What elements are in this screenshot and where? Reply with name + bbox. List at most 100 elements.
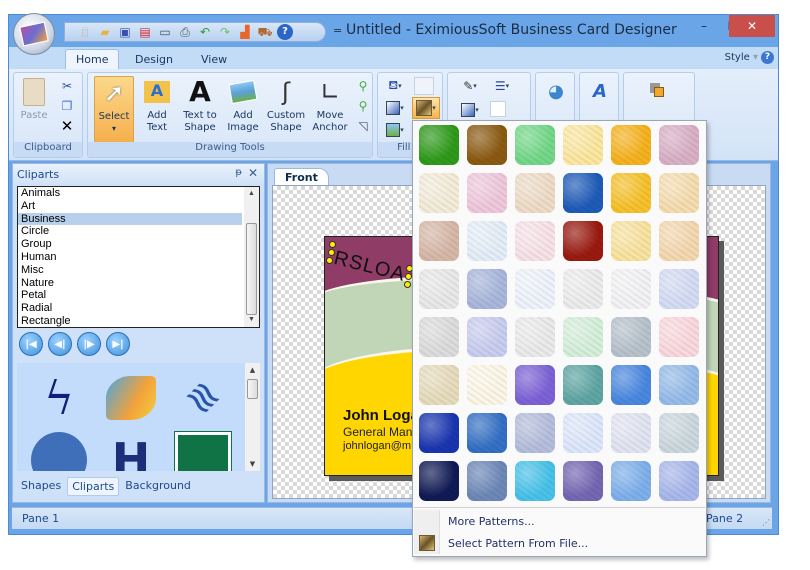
paste-button[interactable]: Paste bbox=[17, 76, 51, 122]
customize-qat-button[interactable]: = bbox=[333, 24, 342, 37]
scan-icon[interactable]: ▭ bbox=[157, 24, 173, 40]
pattern-swatch-cheese[interactable] bbox=[563, 125, 603, 165]
pattern-swatch-clouds[interactable] bbox=[659, 461, 699, 501]
pattern-swatch-mint[interactable] bbox=[563, 317, 603, 357]
card-email[interactable]: johnlogan@m bbox=[343, 440, 411, 452]
clipart-green-logo[interactable] bbox=[173, 431, 233, 471]
tab-design[interactable]: Design bbox=[125, 49, 183, 69]
cart-icon[interactable]: ⛟ bbox=[257, 24, 273, 40]
delete-icon[interactable]: ✕ bbox=[58, 117, 76, 135]
last-page-button[interactable]: ▶| bbox=[106, 332, 130, 356]
pattern-swatch-blue-bubbles[interactable] bbox=[563, 173, 603, 213]
scroll-down-icon[interactable]: ▼ bbox=[244, 313, 259, 327]
list-scrollbar[interactable]: ▲ ▼ bbox=[244, 187, 259, 327]
resize-grip-icon[interactable]: ⋰ bbox=[762, 518, 770, 527]
corner-anchor-icon[interactable]: ◹ bbox=[354, 117, 372, 135]
pattern-swatch-gray-swirl[interactable] bbox=[659, 413, 699, 453]
clipart-circle-logo[interactable] bbox=[29, 431, 89, 471]
clipart-h-logo[interactable]: H bbox=[101, 431, 161, 471]
fill-color-button[interactable]: ⛾ ▾ bbox=[382, 77, 408, 95]
text-to-shape-button[interactable]: A Text to Shape bbox=[180, 76, 220, 134]
pattern-swatch-pale-blue[interactable] bbox=[563, 413, 603, 453]
paint-icon[interactable]: ▟ bbox=[237, 24, 253, 40]
pattern-swatch-pebbles[interactable] bbox=[611, 317, 651, 357]
gallery-scrollbar[interactable]: ▲ ▼ bbox=[245, 363, 260, 471]
select-button[interactable]: ➚ Select ▾ bbox=[94, 76, 134, 146]
style-menu[interactable]: Style ▾ bbox=[725, 52, 758, 63]
scroll-up-icon[interactable]: ▲ bbox=[244, 187, 259, 201]
pattern-swatch-lavender-marble[interactable] bbox=[467, 317, 507, 357]
arrangement-button[interactable] bbox=[642, 76, 676, 110]
tab-cliparts[interactable]: Cliparts bbox=[67, 477, 120, 496]
line-color-button[interactable]: ✎ ▾ bbox=[456, 77, 484, 95]
pattern-swatch-psychedelic[interactable] bbox=[419, 221, 459, 261]
close-button[interactable]: ✕ bbox=[729, 15, 775, 37]
pattern-swatch-green-mottled[interactable] bbox=[419, 125, 459, 165]
pattern-swatch-gray-paper[interactable] bbox=[419, 269, 459, 309]
tab-view[interactable]: View bbox=[191, 49, 237, 69]
pattern-swatch-green-waves[interactable] bbox=[515, 125, 555, 165]
list-item[interactable]: Circle bbox=[18, 225, 242, 238]
first-page-button[interactable]: |◀ bbox=[19, 332, 43, 356]
pattern-swatch-tiger-stripes[interactable] bbox=[467, 125, 507, 165]
list-item[interactable]: Rectangle bbox=[18, 315, 242, 328]
gradient-fill-button[interactable]: ▾ bbox=[382, 99, 408, 117]
list-item[interactable]: Group bbox=[18, 238, 242, 251]
pattern-swatch-teal-glass[interactable] bbox=[563, 365, 603, 405]
tab-background[interactable]: Background bbox=[121, 477, 195, 496]
category-list[interactable]: Animals Art Business Circle Group Human … bbox=[17, 186, 260, 328]
pattern-swatch-blue-pixels[interactable] bbox=[419, 413, 459, 453]
remove-anchor-icon[interactable]: ⚲ bbox=[354, 97, 372, 115]
help-icon[interactable]: ? bbox=[277, 24, 293, 40]
pattern-swatch-blue-tiles[interactable] bbox=[659, 365, 699, 405]
tab-front[interactable]: Front bbox=[274, 168, 329, 186]
shadow-button[interactable]: ▾ bbox=[456, 101, 484, 119]
minimize-button[interactable]: – bbox=[690, 15, 718, 37]
selection-handle[interactable] bbox=[326, 257, 333, 264]
selection-handle[interactable] bbox=[404, 281, 411, 288]
scroll-thumb[interactable] bbox=[247, 379, 258, 399]
custom-shape-button[interactable]: ʃ Custom Shape bbox=[266, 76, 306, 134]
pattern-swatch-daisies[interactable] bbox=[419, 173, 459, 213]
pattern-swatch-gray-linen[interactable] bbox=[419, 317, 459, 357]
application-button[interactable] bbox=[13, 13, 55, 55]
pattern-swatch-pink-marble[interactable] bbox=[467, 173, 507, 213]
pattern-swatch-blue-dots[interactable] bbox=[659, 269, 699, 309]
move-anchor-button[interactable]: ∟ Move Anchor bbox=[310, 76, 350, 134]
list-item[interactable]: Art bbox=[18, 200, 242, 213]
clipart-butterfly-logo[interactable] bbox=[101, 369, 161, 427]
next-page-button[interactable]: |▶ bbox=[77, 332, 101, 356]
pattern-swatch-white-marble[interactable] bbox=[515, 317, 555, 357]
previous-page-button[interactable]: ◀| bbox=[48, 332, 72, 356]
copy-icon[interactable]: ❐ bbox=[58, 97, 76, 115]
pattern-swatch-sky-blue[interactable] bbox=[611, 461, 651, 501]
pattern-swatch-blue-glow[interactable] bbox=[467, 413, 507, 453]
fill-swatch[interactable] bbox=[414, 77, 434, 95]
close-pane-icon[interactable]: ✕ bbox=[248, 166, 258, 180]
pattern-swatch-orange-slice[interactable] bbox=[611, 125, 651, 165]
pdf-icon[interactable]: ▤ bbox=[137, 24, 153, 40]
save-icon[interactable]: ▣ bbox=[117, 24, 133, 40]
pattern-swatch-red-roses[interactable] bbox=[563, 221, 603, 261]
pin-icon[interactable]: ᵽ bbox=[235, 167, 242, 178]
clipart-waves-logo[interactable]: ≋ bbox=[173, 369, 233, 427]
pattern-swatch-yellow-glow[interactable] bbox=[611, 173, 651, 213]
more-patterns-item[interactable]: More Patterns... bbox=[414, 510, 705, 532]
selection-handle[interactable] bbox=[329, 241, 336, 248]
pattern-swatch-light-gray[interactable] bbox=[563, 269, 603, 309]
print-icon[interactable]: ⎙ bbox=[177, 24, 193, 40]
list-item[interactable]: Business bbox=[18, 212, 242, 226]
pattern-swatch-white-frost[interactable] bbox=[611, 269, 651, 309]
pattern-swatch-blue-water[interactable] bbox=[611, 365, 651, 405]
cut-icon[interactable]: ✂ bbox=[58, 77, 76, 95]
tab-home[interactable]: Home bbox=[65, 49, 120, 69]
pattern-swatch-beige-sand[interactable] bbox=[419, 365, 459, 405]
pattern-swatch-navy-stars[interactable] bbox=[419, 461, 459, 501]
pattern-swatch-cyan-water[interactable] bbox=[515, 461, 555, 501]
new-icon[interactable]: ▯ bbox=[77, 24, 93, 40]
tab-shapes[interactable]: Shapes bbox=[17, 477, 65, 496]
pattern-swatch-purple-wood[interactable] bbox=[515, 365, 555, 405]
pattern-swatch-yellow-clouds[interactable] bbox=[611, 221, 651, 261]
select-pattern-from-file-item[interactable]: Select Pattern From File... bbox=[414, 532, 705, 554]
list-item[interactable]: Misc bbox=[18, 264, 242, 277]
